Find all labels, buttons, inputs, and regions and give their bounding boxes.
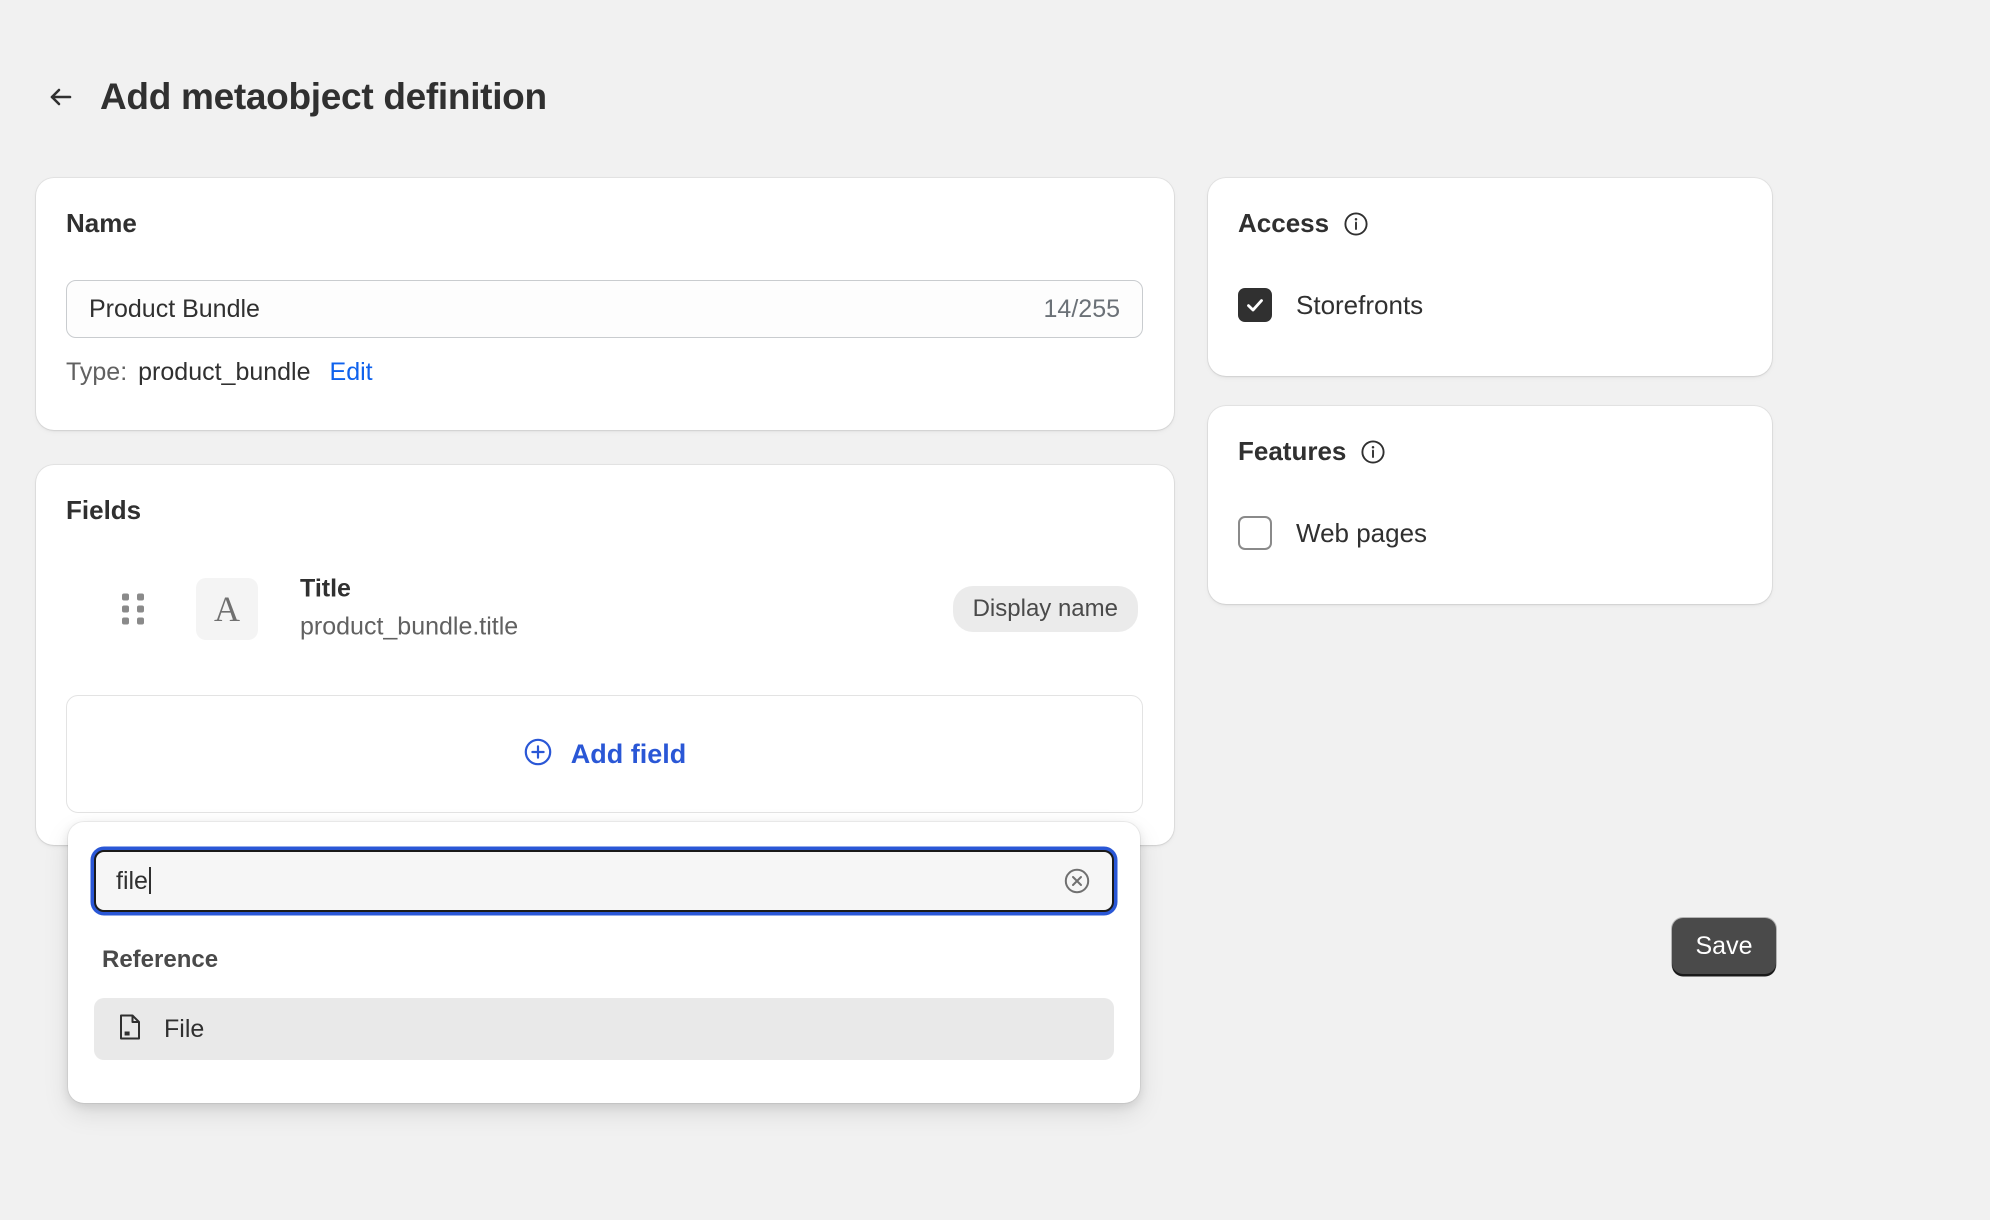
checkbox-storefronts[interactable] bbox=[1238, 288, 1272, 322]
list-item[interactable]: File bbox=[94, 998, 1114, 1060]
name-input[interactable]: Product Bundle 14/255 bbox=[66, 280, 1143, 338]
status-badge: Display name bbox=[952, 586, 1138, 632]
add-field-button[interactable]: Add field bbox=[66, 695, 1143, 813]
page-header: Add metaobject definition bbox=[44, 76, 547, 118]
features-heading-row: Features bbox=[1238, 436, 1386, 467]
search-input-text: file bbox=[116, 866, 148, 895]
page-title: Add metaobject definition bbox=[100, 76, 547, 117]
access-card: Access Storefronts bbox=[1208, 178, 1772, 376]
features-card: Features Web pages bbox=[1208, 406, 1772, 604]
field-type-popover: file Reference File bbox=[68, 822, 1140, 1103]
file-icon bbox=[116, 1012, 144, 1047]
text-caret bbox=[148, 866, 151, 894]
checkbox-row-storefronts[interactable]: Storefronts bbox=[1238, 288, 1423, 322]
features-card-heading: Features bbox=[1238, 436, 1347, 466]
edit-type-link[interactable]: Edit bbox=[330, 358, 373, 387]
app-page: Add metaobject definition Name Product B… bbox=[0, 0, 1990, 1220]
field-name: Title bbox=[300, 574, 351, 603]
table-row[interactable]: A Title product_bundle.title Display nam… bbox=[36, 563, 1174, 655]
info-circle-icon[interactable] bbox=[1360, 439, 1386, 465]
type-row: Type: product_bundle Edit bbox=[66, 358, 373, 387]
add-field-label: Add field bbox=[570, 738, 687, 769]
fields-card-heading: Fields bbox=[66, 495, 142, 525]
name-character-counter: 14/255 bbox=[1043, 294, 1120, 323]
checkbox-row-web-pages[interactable]: Web pages bbox=[1238, 516, 1427, 550]
search-input-value: file bbox=[116, 866, 1062, 896]
type-label: Type: bbox=[66, 358, 128, 386]
info-circle-icon[interactable] bbox=[1343, 211, 1369, 237]
circle-x-icon[interactable] bbox=[1062, 866, 1092, 896]
field-texts: Title product_bundle.title bbox=[300, 573, 518, 645]
type-value: product_bundle bbox=[138, 358, 311, 386]
name-card: Name Product Bundle 14/255 Type: product… bbox=[36, 178, 1174, 430]
drag-handle-icon[interactable] bbox=[122, 593, 144, 625]
save-button[interactable]: Save bbox=[1672, 918, 1776, 974]
checkbox-label-web-pages: Web pages bbox=[1296, 517, 1428, 548]
access-heading-row: Access bbox=[1238, 208, 1369, 239]
popover-group-label: Reference bbox=[102, 946, 219, 973]
search-input[interactable]: file bbox=[94, 850, 1114, 912]
name-card-heading: Name bbox=[66, 208, 137, 238]
access-card-heading: Access bbox=[1238, 208, 1330, 238]
arrow-left-icon[interactable] bbox=[44, 80, 78, 114]
name-input-value: Product Bundle bbox=[89, 294, 260, 323]
fields-card: Fields A Title product_bundle.title Disp… bbox=[36, 465, 1174, 845]
checkbox-web-pages[interactable] bbox=[1238, 516, 1272, 550]
list-item-label: File bbox=[164, 1014, 205, 1043]
field-key: product_bundle.title bbox=[300, 612, 519, 641]
text-field-type-icon: A bbox=[196, 578, 258, 640]
checkbox-label-storefronts: Storefronts bbox=[1296, 289, 1424, 320]
circle-plus-icon bbox=[523, 737, 553, 772]
